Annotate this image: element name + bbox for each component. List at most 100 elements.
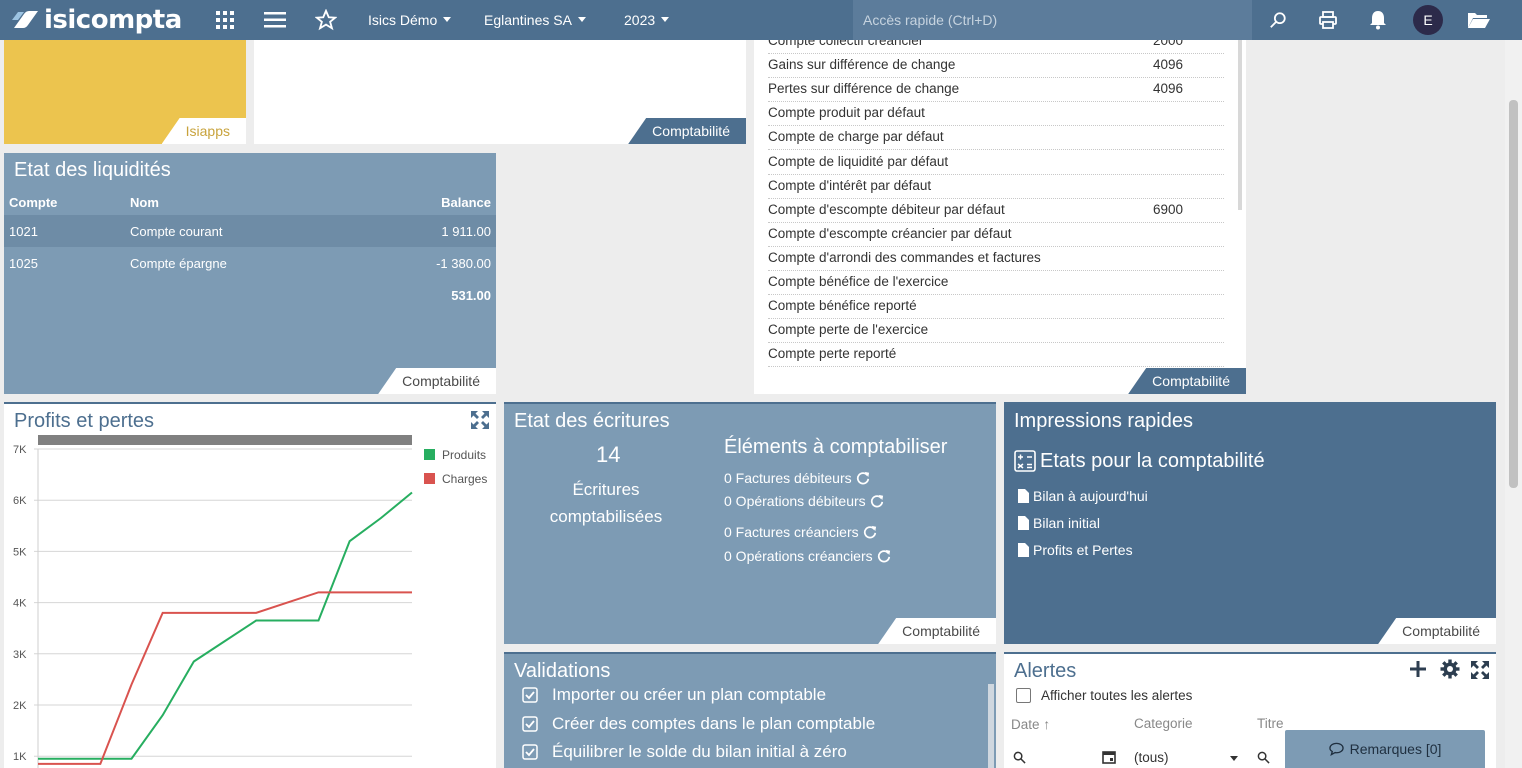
validation-label: Créer des comptes dans le plan comptable <box>552 714 876 733</box>
folder-open-icon[interactable] <box>1466 8 1492 32</box>
account-setting-row[interactable]: Compte perte reporté <box>768 343 1224 368</box>
account-setting-label: Compte de charge par défaut <box>768 129 944 145</box>
hamburger-menu-icon[interactable] <box>263 8 287 32</box>
account-setting-label: Compte collectif créancier <box>768 40 924 48</box>
validations-scrollbar[interactable] <box>988 684 994 768</box>
impressions-title: Impressions rapides <box>1014 410 1193 432</box>
profits-pertes-link[interactable]: Profits et Pertes <box>1018 542 1133 558</box>
document-icon <box>1018 489 1029 503</box>
comptabilite-tag[interactable]: Comptabilité <box>378 368 496 394</box>
operations-creanciers-item[interactable]: 0 Opérations créanciers <box>724 548 891 564</box>
account-setting-row[interactable]: Compte d'escompte débiteur par défaut 690… <box>768 199 1224 223</box>
factures-creanciers-item[interactable]: 0 Factures créanciers <box>724 524 877 540</box>
search-icon <box>1257 751 1270 764</box>
search-icon[interactable] <box>1266 8 1290 32</box>
categorie-filter-select[interactable]: (tous) <box>1134 750 1238 765</box>
bilan-aujourdhui-link[interactable]: Bilan à aujourd'hui <box>1018 488 1148 504</box>
item-label: 0 Factures créanciers <box>724 524 859 540</box>
validation-item[interactable]: Équilibrer le solde du bilan initial à z… <box>522 742 847 762</box>
account-setting-row[interactable]: Compte de liquidité par défaut <box>768 151 1224 175</box>
entries-label-line1: Écritures <box>572 480 640 499</box>
remarks-button[interactable]: Remarques [0] <box>1285 730 1485 768</box>
account-setting-label: Compte d'intérêt par défaut <box>768 177 932 193</box>
account-cell: 1021 <box>9 223 38 239</box>
profits-title: Profits et pertes <box>14 410 155 432</box>
account-setting-row[interactable]: Gains sur différence de change 4096 <box>768 54 1224 79</box>
printer-icon[interactable] <box>1316 8 1340 32</box>
alertes-title: Alertes <box>1014 660 1077 682</box>
legend-swatch <box>424 473 435 484</box>
show-all-checkbox[interactable] <box>1016 688 1031 703</box>
calendar-icon[interactable] <box>1102 750 1116 764</box>
company-dropdown-label: Isics Démo <box>368 12 438 28</box>
table-row[interactable]: 1021 Compte courant 1 911.00 <box>4 215 496 247</box>
table-row[interactable]: 1025 Compte épargne -1 380.00 <box>4 247 496 279</box>
account-setting-value: 4096 <box>1153 57 1184 73</box>
y-tick-label: 3K <box>13 649 27 661</box>
name-cell: Compte courant <box>130 223 223 239</box>
col-header-date[interactable]: Date ↑ <box>1011 716 1050 732</box>
balance-cell: 1 911.00 <box>441 223 491 239</box>
expand-icon[interactable] <box>470 410 490 430</box>
expand-icon[interactable] <box>1470 660 1490 680</box>
page-scrollbar[interactable] <box>1505 40 1522 768</box>
notifications-bell-icon[interactable] <box>1366 8 1390 32</box>
col-header-compte: Compte <box>9 194 58 210</box>
entity-dropdown[interactable]: Eglantines SA <box>484 12 586 28</box>
show-all-alerts[interactable]: Afficher toutes les alertes <box>1016 688 1192 703</box>
company-dropdown[interactable]: Isics Démo <box>368 12 452 28</box>
account-setting-row[interactable]: Compte collectif créancier 2000 <box>768 40 1224 54</box>
user-avatar[interactable]: E <box>1413 5 1443 35</box>
app-logo[interactable]: isicompta <box>10 5 182 35</box>
year-dropdown[interactable]: 2023 <box>624 12 670 28</box>
bilan-initial-link[interactable]: Bilan initial <box>1018 515 1100 531</box>
refresh-icon[interactable] <box>870 494 884 508</box>
inner-scrollbar[interactable] <box>1238 40 1242 210</box>
quick-access-search-input[interactable] <box>853 0 1252 40</box>
impressions-rapides-panel: Impressions rapides Etats pour la compta… <box>1004 402 1496 644</box>
account-setting-row[interactable]: Compte produit par défaut <box>768 102 1224 127</box>
add-icon[interactable] <box>1409 660 1427 678</box>
sort-arrow-up-icon: ↑ <box>1043 716 1051 732</box>
calculator-icon <box>1014 450 1036 472</box>
operations-debiteurs-item[interactable]: 0 Opérations débiteurs <box>724 493 884 509</box>
col-header-categorie[interactable]: Categorie <box>1134 716 1193 731</box>
liquidity-table: Compte Nom Balance 1021 Compte courant 1… <box>4 189 496 311</box>
account-setting-label: Compte bénéfice de l'exercice <box>768 274 949 289</box>
account-setting-label: Compte d'escompte créancier par défaut <box>768 225 1012 241</box>
validation-label: Importer ou créer un plan comptable <box>552 685 827 704</box>
account-cell: 1025 <box>9 255 38 271</box>
favorites-star-icon[interactable] <box>314 8 338 32</box>
gear-icon[interactable] <box>1440 659 1460 679</box>
liquidity-panel: Etat des liquidités Compte Nom Balance 1… <box>4 153 496 394</box>
account-setting-row[interactable]: Compte bénéfice de l'exercice <box>768 271 1224 295</box>
account-setting-row[interactable]: Compte d'escompte créancier par défaut <box>768 223 1224 247</box>
comptabilite-tag[interactable]: Comptabilité <box>878 618 996 644</box>
page-scrollbar-thumb[interactable] <box>1509 100 1518 488</box>
comptabilite-tag[interactable]: Comptabilité <box>1128 368 1246 394</box>
comptabilite-tag[interactable]: Comptabilité <box>628 118 746 144</box>
validations-panel: Validations Importer ou créer un plan co… <box>504 652 996 768</box>
account-setting-row[interactable]: Pertes sur différence de change 4096 <box>768 78 1224 103</box>
validation-item[interactable]: Importer ou créer un plan comptable <box>522 685 826 705</box>
refresh-icon[interactable] <box>877 549 891 563</box>
liquidity-title: Etat des liquidités <box>14 159 171 181</box>
comptabilite-tag[interactable]: Comptabilité <box>1378 618 1496 644</box>
validation-item[interactable]: Créer des comptes dans le plan comptable <box>522 714 875 734</box>
factures-debiteurs-item[interactable]: 0 Factures débiteurs <box>724 470 870 486</box>
isiapps-tag[interactable]: Isiapps <box>161 118 246 144</box>
account-setting-label: Compte d'arrondi des commandes et factur… <box>768 249 1041 265</box>
account-setting-label: Compte perte de l'exercice <box>768 322 929 338</box>
account-setting-row[interactable]: Compte d'intérêt par défaut <box>768 175 1224 199</box>
refresh-icon[interactable] <box>856 471 870 485</box>
refresh-icon[interactable] <box>863 525 877 539</box>
name-cell: Compte épargne <box>130 255 227 271</box>
chart-top-band <box>38 435 412 445</box>
apps-grid-icon[interactable] <box>213 8 237 32</box>
account-setting-row[interactable]: Compte perte de l'exercice <box>768 319 1224 344</box>
col-header-titre[interactable]: Titre <box>1257 716 1284 731</box>
account-setting-row[interactable]: Compte d'arrondi des commandes et factur… <box>768 247 1224 271</box>
col-header-balance: Balance <box>441 194 491 210</box>
account-setting-row[interactable]: Compte bénéfice reporté <box>768 295 1224 320</box>
account-setting-row[interactable]: Compte de charge par défaut <box>768 126 1224 151</box>
